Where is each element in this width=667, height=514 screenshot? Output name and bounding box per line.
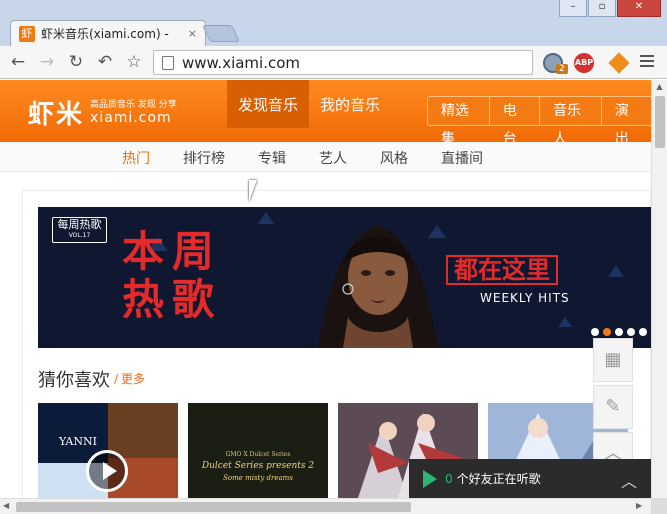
back-icon[interactable]: ← [8,52,28,72]
page-viewport: 虾米 高品质音乐 发现 分享 xiami.com 发现音乐 我的音乐 精选集 电… [0,80,651,498]
album-cover[interactable]: GMO X Dulcet Series Dulcet Series presen… [188,403,328,498]
xiami-favicon-icon: 虾 [19,25,35,42]
sub-nav-live[interactable]: 直播间 [441,148,483,168]
banner-dot[interactable] [627,328,635,336]
minimize-button[interactable]: – [559,0,587,17]
logo-en-text: xiami.com [90,110,172,126]
adblock-plus-icon[interactable]: ABP [574,53,594,73]
nav-discover-music[interactable]: 发现音乐 [227,80,310,128]
vertical-scroll-thumb[interactable] [655,96,665,148]
section-more-link[interactable]: / 更多 [114,370,145,387]
extension-badge: 2 [556,64,568,74]
weekly-badge-title: 每周热歌 [57,218,102,231]
sub-nav-artists[interactable]: 艺人 [319,148,347,168]
weekly-hits-label: WEEKLY HITS [480,291,570,305]
friends-count: 0 [445,471,453,486]
banner-decoration [558,317,572,327]
extension-orange-icon[interactable] [608,52,630,74]
new-tab-button[interactable] [202,25,240,42]
mouse-cursor-icon [249,180,257,202]
banner-title-line1: 本周 [122,227,223,276]
sub-nav-genres[interactable]: 风格 [380,148,408,168]
weekly-badge-vol: VOL.17 [68,232,91,239]
album-subtitle: Dulcet Series presents 2 [201,461,315,471]
browser-toolbar: ← → ↻ ↶ ☆ www.xiami.com 2 ABP [0,46,667,79]
friends-label: 个好友正在听歌 [456,472,541,486]
url-text[interactable]: www.xiami.com [182,54,300,72]
friends-play-icon [423,469,437,488]
forward-icon[interactable]: → [37,52,57,72]
channel-shows[interactable]: 演出 [600,96,651,147]
sub-nav-albums[interactable]: 专辑 [258,148,286,168]
singer-portrait [318,225,438,348]
channel-musicians[interactable]: 音乐人 [539,96,601,147]
channel-nav: 精选集 电台 音乐人 演出 [427,96,651,147]
banner-dot[interactable] [591,328,599,336]
main-nav: 发现音乐 我的音乐 [227,80,391,128]
tab-close-icon[interactable]: × [188,27,197,40]
horizontal-scrollbar[interactable]: ◀ ▶ [0,498,651,514]
close-window-button[interactable]: ✕ [617,0,661,17]
channel-collections[interactable]: 精选集 [427,96,489,147]
weekly-badge: 每周热歌 VOL.17 [52,217,107,243]
scroll-right-icon[interactable]: ▶ [636,501,642,510]
scrollbar-corner [651,498,667,514]
scroll-left-icon[interactable]: ◀ [3,501,9,510]
reload-icon[interactable]: ↻ [66,52,86,72]
banner-dot[interactable] [639,328,647,336]
window-titlebar: – ▫ ✕ 虾 虾米音乐(xiami.com) - × [0,0,667,46]
section-title-guess-you-like: 猜你喜欢 [38,370,110,391]
browser-tab[interactable]: 虾 虾米音乐(xiami.com) - × [10,20,206,46]
scroll-up-icon[interactable]: ▲ [652,80,667,94]
album-label: GMO X Dulcet Series [225,451,291,458]
nav-my-music[interactable]: 我的音乐 [309,80,391,128]
address-bar[interactable]: www.xiami.com [153,50,533,75]
album-label: YANNI [59,435,97,448]
play-icon[interactable] [86,450,128,492]
undo-icon[interactable]: ↶ [95,52,115,72]
expand-chevron-icon[interactable]: ︿ [621,468,637,492]
section-more-label[interactable]: 更多 [121,372,145,386]
banner-decoration [258,212,274,224]
horizontal-scroll-thumb[interactable] [16,502,411,512]
banner-here-box: 都在这里 [446,255,558,285]
sub-nav-charts[interactable]: 排行榜 [183,148,225,168]
xiami-logo[interactable]: 虾米 高品质音乐 发现 分享 xiami.com [28,94,177,131]
album-collage-tile [108,403,178,458]
qr-code-icon[interactable]: ▦ [593,338,633,382]
vertical-scrollbar[interactable]: ▲ [651,80,667,498]
banner-pagination [587,328,647,336]
star-icon[interactable]: ☆ [124,52,144,72]
tab-title: 虾米音乐(xiami.com) - [41,27,169,41]
banner-dot-active[interactable] [603,328,611,336]
friends-listening-bar[interactable]: 0 个好友正在听歌 ︿ [409,459,651,498]
banner-decoration [608,265,624,277]
maximize-button[interactable]: ▫ [588,0,616,17]
banner-title-line2: 热歌 [122,275,223,324]
feedback-edit-icon[interactable]: ✎ [593,385,633,429]
menu-icon[interactable] [640,55,654,70]
page-icon [162,55,174,70]
site-header: 虾米 高品质音乐 发现 分享 xiami.com 发现音乐 我的音乐 精选集 电… [0,80,651,147]
sub-nav: 热门 排行榜 专辑 艺人 风格 直播间 [0,142,651,172]
floating-toolbar: ▦ ✎ ︿ [593,338,633,479]
logo-cn-text: 虾米 [28,100,85,130]
channel-radio[interactable]: 电台 [488,96,539,147]
weekly-hits-banner[interactable]: 每周热歌 VOL.17 本周 热歌 都在这里 WEEKLY HITS [38,207,651,348]
window-controls: – ▫ ✕ [558,0,661,17]
album-subtitle-2: Some misty dreams [223,474,293,482]
banner-dot[interactable] [615,328,623,336]
sub-nav-hot[interactable]: 热门 [122,148,150,168]
album-cover[interactable]: YANNI [38,403,178,498]
